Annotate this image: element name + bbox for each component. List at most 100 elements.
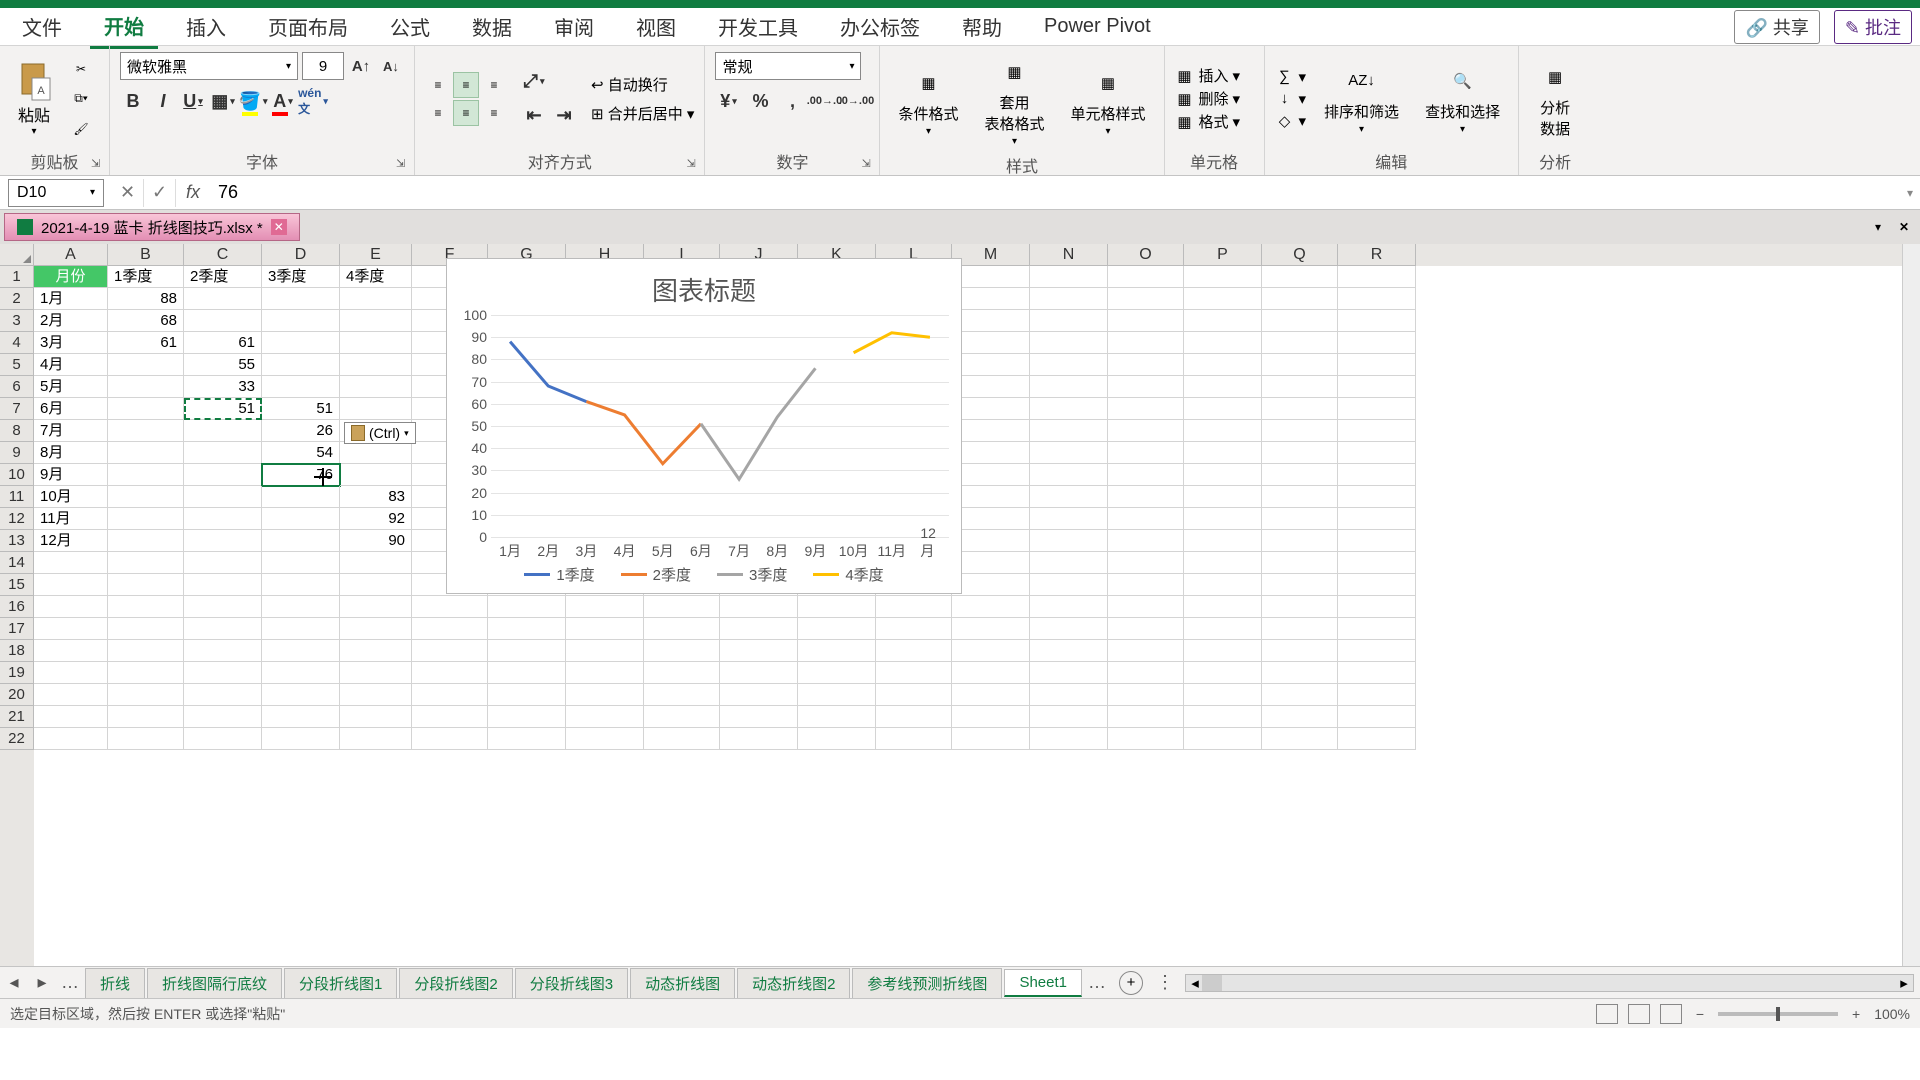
cell[interactable] <box>720 618 798 640</box>
cell[interactable] <box>1262 552 1338 574</box>
cell[interactable] <box>488 662 566 684</box>
col-header[interactable]: R <box>1338 244 1416 266</box>
sheet-nav-more2-icon[interactable]: … <box>1083 972 1111 993</box>
cell[interactable] <box>184 618 262 640</box>
cell[interactable] <box>1262 420 1338 442</box>
cell[interactable] <box>1338 508 1416 530</box>
doc-options-icon[interactable]: ▾ <box>1866 220 1890 234</box>
menu-tab-9[interactable]: 办公标签 <box>826 6 934 47</box>
cell[interactable]: 54 <box>262 442 340 464</box>
cell[interactable]: 2季度 <box>184 266 262 288</box>
zoom-in-icon[interactable]: + <box>1852 1006 1860 1022</box>
cell[interactable] <box>340 706 412 728</box>
cell[interactable] <box>876 640 952 662</box>
col-header[interactable]: M <box>952 244 1030 266</box>
cell[interactable] <box>184 310 262 332</box>
cell[interactable] <box>566 618 644 640</box>
zoom-slider[interactable] <box>1718 1012 1838 1016</box>
cell[interactable] <box>262 310 340 332</box>
fill-button[interactable]: ↓▾ <box>1275 89 1307 109</box>
cell[interactable] <box>952 354 1030 376</box>
cell[interactable] <box>262 596 340 618</box>
cell[interactable] <box>1262 398 1338 420</box>
cell[interactable] <box>108 398 184 420</box>
cell[interactable] <box>1184 332 1262 354</box>
menu-tab-5[interactable]: 数据 <box>458 6 526 47</box>
cell[interactable] <box>1338 640 1416 662</box>
cell[interactable] <box>1108 398 1184 420</box>
cell[interactable] <box>262 376 340 398</box>
cell[interactable] <box>1184 420 1262 442</box>
cell[interactable]: 4月 <box>34 354 108 376</box>
decrease-decimal-icon[interactable]: .0→.00 <box>843 88 869 114</box>
cell[interactable] <box>876 728 952 750</box>
cell[interactable] <box>1108 442 1184 464</box>
row-header[interactable]: 11 <box>0 486 34 508</box>
cell[interactable] <box>798 596 876 618</box>
cell[interactable] <box>644 640 720 662</box>
cell[interactable]: 月份 <box>34 266 108 288</box>
copy-icon[interactable]: ⧉▾ <box>66 86 96 112</box>
cell[interactable] <box>340 464 412 486</box>
cell[interactable]: 68 <box>108 310 184 332</box>
bold-button[interactable]: B <box>120 88 146 114</box>
cell[interactable] <box>1338 530 1416 552</box>
cell[interactable] <box>34 684 108 706</box>
col-header[interactable]: A <box>34 244 108 266</box>
cell[interactable] <box>876 618 952 640</box>
cell[interactable] <box>108 376 184 398</box>
cell[interactable] <box>1184 464 1262 486</box>
font-color-button[interactable]: A <box>270 88 296 114</box>
cell[interactable] <box>1338 618 1416 640</box>
cell[interactable] <box>184 442 262 464</box>
cell[interactable]: 83 <box>340 486 412 508</box>
cell[interactable] <box>952 596 1030 618</box>
find-select-button[interactable]: 🔍查找和选择▾ <box>1417 61 1508 137</box>
cell[interactable] <box>1184 552 1262 574</box>
menu-tab-7[interactable]: 视图 <box>622 6 690 47</box>
cell[interactable]: 1月 <box>34 288 108 310</box>
cell[interactable] <box>1338 684 1416 706</box>
cell[interactable] <box>720 706 798 728</box>
cell[interactable]: 51 <box>262 398 340 420</box>
cell[interactable] <box>1262 354 1338 376</box>
cell-styles-button[interactable]: ▦单元格样式▾ <box>1063 63 1154 139</box>
cell[interactable] <box>1338 420 1416 442</box>
cell[interactable] <box>1108 552 1184 574</box>
align-center-icon[interactable]: ≡ <box>453 100 479 126</box>
cell[interactable] <box>1338 398 1416 420</box>
row-header[interactable]: 3 <box>0 310 34 332</box>
cell[interactable] <box>1262 640 1338 662</box>
cell[interactable] <box>1108 596 1184 618</box>
percent-button[interactable]: % <box>747 88 773 114</box>
cell[interactable]: 11月 <box>34 508 108 530</box>
align-bottom-icon[interactable]: ≡ <box>481 72 507 98</box>
cell[interactable] <box>1338 574 1416 596</box>
sheet-nav-prev-icon[interactable]: ◂ <box>0 972 28 993</box>
cell[interactable] <box>1262 574 1338 596</box>
cell[interactable] <box>1030 266 1108 288</box>
row-header[interactable]: 18 <box>0 640 34 662</box>
cell[interactable] <box>566 684 644 706</box>
cell[interactable] <box>340 398 412 420</box>
cell[interactable] <box>720 684 798 706</box>
cell[interactable] <box>1184 574 1262 596</box>
cell[interactable] <box>1030 618 1108 640</box>
cell[interactable] <box>952 530 1030 552</box>
cell[interactable] <box>1338 266 1416 288</box>
row-header[interactable]: 9 <box>0 442 34 464</box>
cell[interactable] <box>412 706 488 728</box>
cell[interactable] <box>1338 310 1416 332</box>
cell[interactable] <box>1030 442 1108 464</box>
cell[interactable] <box>566 728 644 750</box>
cell[interactable]: 1季度 <box>108 266 184 288</box>
sheet-nav-more-icon[interactable]: … <box>56 972 84 993</box>
menu-tab-4[interactable]: 公式 <box>376 6 444 47</box>
cell[interactable] <box>1108 332 1184 354</box>
cell[interactable] <box>34 552 108 574</box>
cell[interactable] <box>1108 464 1184 486</box>
cell[interactable] <box>1184 376 1262 398</box>
cell[interactable] <box>720 640 798 662</box>
sort-filter-button[interactable]: AZ↓排序和筛选▾ <box>1316 61 1407 137</box>
cell[interactable] <box>184 640 262 662</box>
